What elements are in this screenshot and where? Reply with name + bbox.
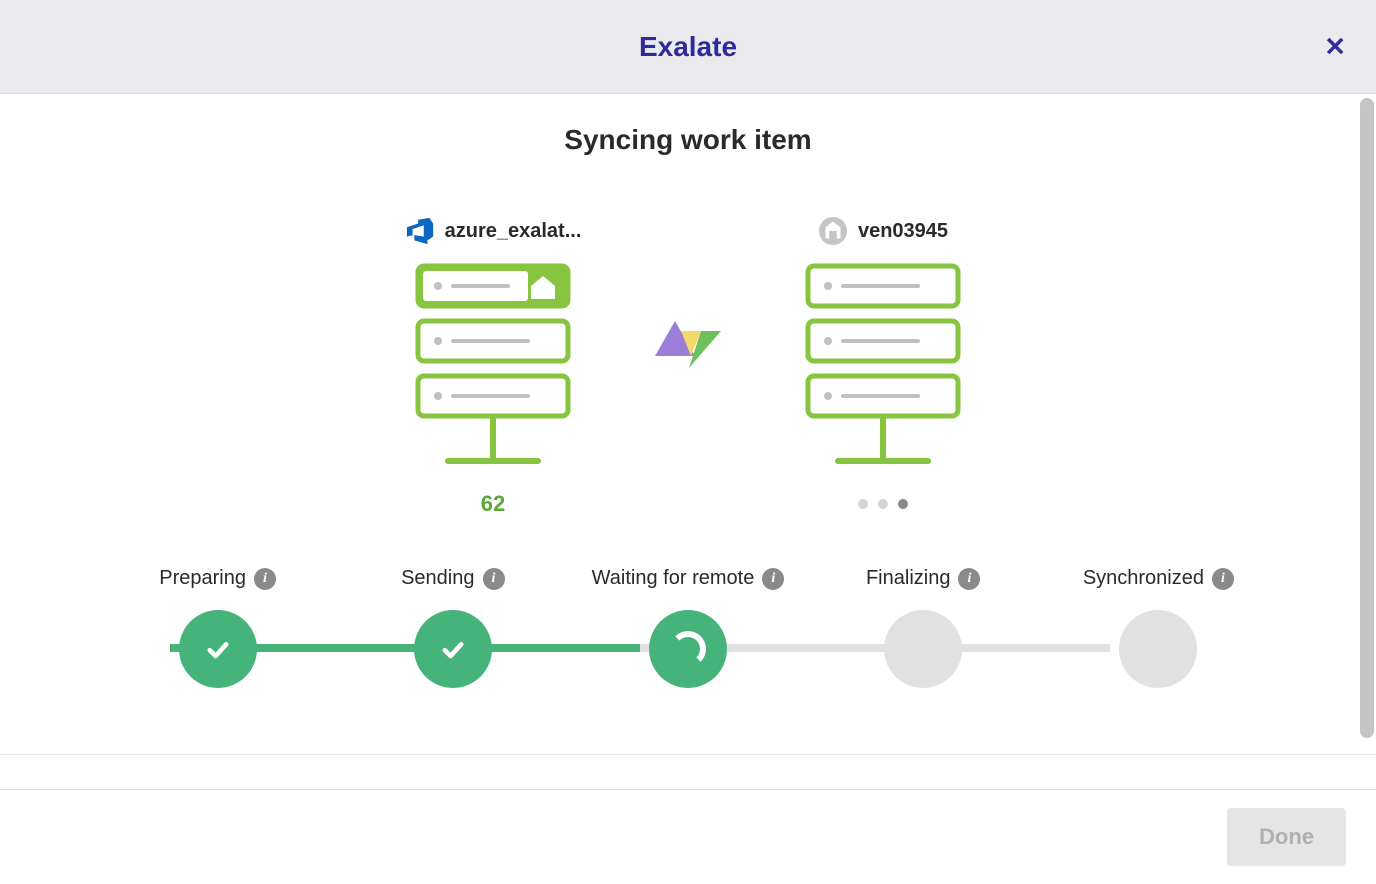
source-server-icon <box>408 261 578 471</box>
target-server-icon <box>798 261 968 471</box>
dialog-content: Syncing work item azure_exalat... <box>0 94 1376 754</box>
info-icon[interactable]: i <box>254 568 276 590</box>
dialog-header: Exalate ✕ <box>0 0 1376 94</box>
step-label: Waiting for remote <box>592 567 755 590</box>
divider <box>0 754 1376 755</box>
azure-devops-icon <box>405 216 435 246</box>
source-instance: azure_exalat... 62 <box>393 216 593 517</box>
step-label: Preparing <box>159 567 246 590</box>
servicenow-icon <box>818 216 848 246</box>
info-icon[interactable]: i <box>1212 568 1234 590</box>
dot-icon <box>878 499 888 509</box>
step-sending: Sending i <box>335 567 570 688</box>
step-label: Finalizing <box>866 567 950 590</box>
step-label: Sending <box>401 567 474 590</box>
step-circle <box>884 610 962 688</box>
instances-row: azure_exalat... 62 <box>0 216 1376 517</box>
close-icon: ✕ <box>1324 31 1346 61</box>
dialog-footer: Done <box>0 789 1376 884</box>
step-preparing: Preparing i <box>100 567 335 688</box>
step-circle <box>414 610 492 688</box>
exalate-logo-icon <box>653 316 723 376</box>
info-icon[interactable]: i <box>762 568 784 590</box>
step-circle <box>1119 610 1197 688</box>
dot-icon <box>898 499 908 509</box>
close-button[interactable]: ✕ <box>1324 31 1346 62</box>
done-button[interactable]: Done <box>1227 808 1346 866</box>
source-id: 62 <box>481 491 505 517</box>
progress-steps: Preparing i Sending i Waiting for remote… <box>0 567 1376 688</box>
target-instance: ven03945 <box>783 216 983 509</box>
scrollbar-thumb[interactable] <box>1360 98 1374 738</box>
loading-dots <box>858 499 908 509</box>
scrollbar[interactable] <box>1360 98 1374 748</box>
check-icon <box>204 635 232 663</box>
sync-title: Syncing work item <box>0 124 1376 156</box>
target-name: ven03945 <box>858 220 948 243</box>
step-circle <box>179 610 257 688</box>
step-label: Synchronized <box>1083 567 1204 590</box>
spinner-icon <box>670 631 706 667</box>
step-synchronized: Synchronized i <box>1041 567 1276 688</box>
source-name: azure_exalat... <box>445 220 582 243</box>
check-icon <box>439 635 467 663</box>
target-header: ven03945 <box>818 216 948 246</box>
step-waiting: Waiting for remote i <box>570 567 805 688</box>
source-header: azure_exalat... <box>405 216 582 246</box>
dot-icon <box>858 499 868 509</box>
info-icon[interactable]: i <box>958 568 980 590</box>
step-finalizing: Finalizing i <box>806 567 1041 688</box>
dialog-title: Exalate <box>639 31 737 63</box>
info-icon[interactable]: i <box>483 568 505 590</box>
step-circle <box>649 610 727 688</box>
